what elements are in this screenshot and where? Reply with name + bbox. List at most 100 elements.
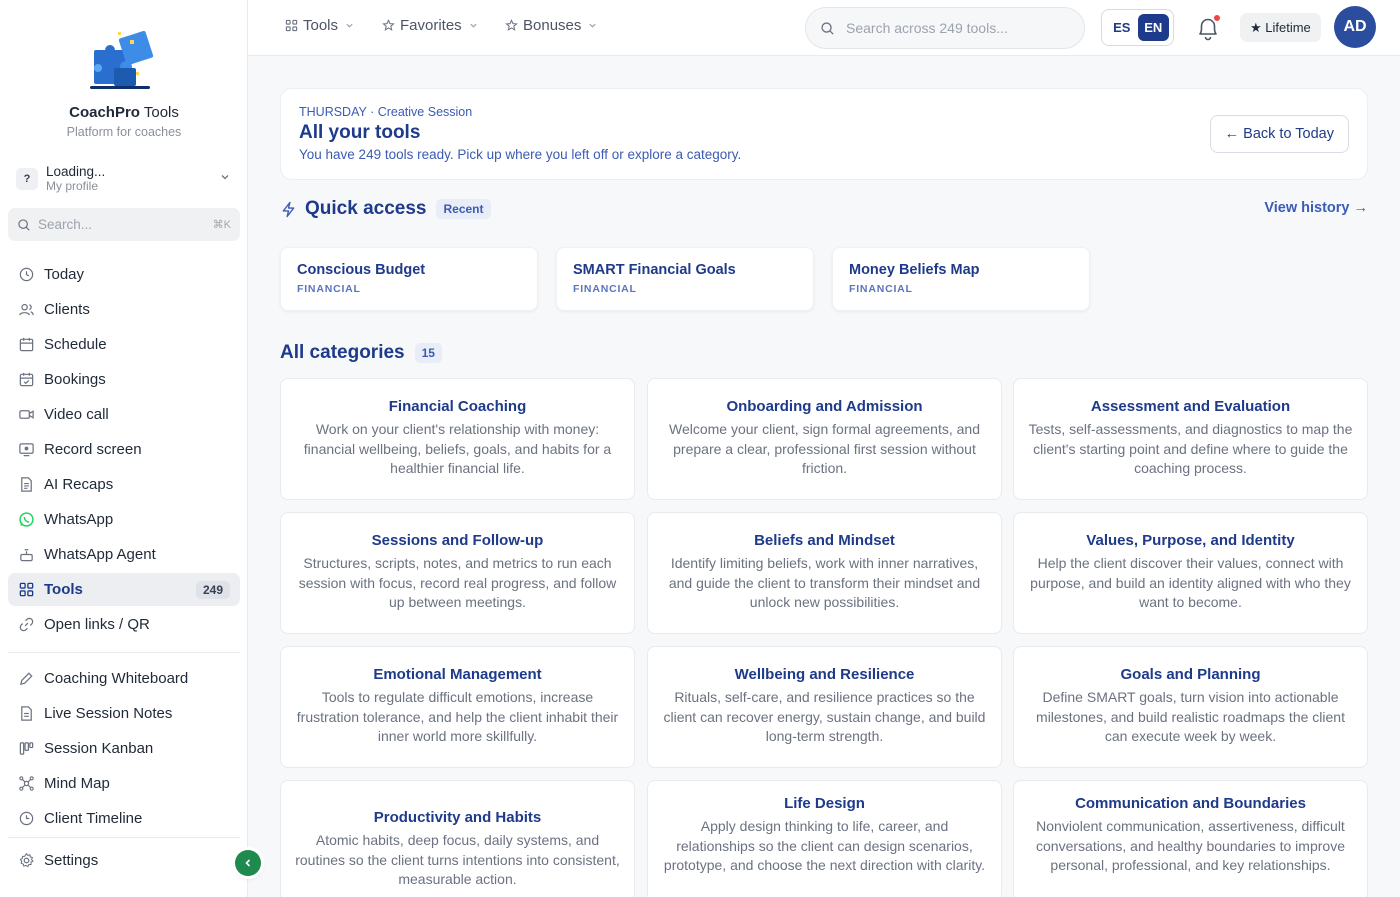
notification-dot [1212,13,1222,23]
category-card-productivity[interactable]: Productivity and Habits Atomic habits, d… [280,780,635,897]
nav-record-screen[interactable]: Record screen [8,433,240,466]
brand-name: CoachPro Tools [69,104,179,121]
nav-live-session-notes[interactable]: Live Session Notes [8,697,240,730]
nav-label: Client Timeline [44,810,143,827]
category-card-wellbeing[interactable]: Wellbeing and Resilience Rituals, self-c… [647,646,1002,768]
nav-coaching-whiteboard[interactable]: Coaching Whiteboard [8,662,240,695]
top-bar: Tools Favorites Bonuses ES EN ★ Lifetime… [248,0,1400,56]
quick-access-card[interactable]: SMART Financial Goals FINANCIAL [556,247,814,311]
nav-label: Bookings [44,371,106,388]
sidebar-search[interactable]: Search... ⌘K [8,208,240,241]
category-card-assessment[interactable]: Assessment and Evaluation Tests, self-as… [1013,378,1368,500]
back-to-today-button[interactable]: ← Back to Today [1209,115,1349,153]
nav-today[interactable]: Today [8,258,240,291]
video-icon [18,406,35,423]
notifications-button[interactable] [1192,12,1224,44]
quick-access-card[interactable]: Conscious Budget FINANCIAL [280,247,538,311]
user-avatar[interactable]: AD [1334,6,1376,48]
category-description: Nonviolent communication, assertiveness,… [1036,818,1345,873]
nav-label: Open links / QR [44,616,150,633]
category-card-life-design[interactable]: Life Design Apply design thinking to lif… [647,780,1002,897]
nav-label: Coaching Whiteboard [44,670,189,687]
global-search[interactable] [805,7,1085,49]
page-title: All your tools [299,122,421,143]
nav-client-timeline[interactable]: Client Timeline [8,802,240,835]
view-history-link[interactable]: View history → [1264,200,1368,216]
category-card-sessions[interactable]: Sessions and Follow-up Structures, scrip… [280,512,635,634]
category-title: Financial Coaching [388,398,527,415]
menu-favorites[interactable]: Favorites [382,17,478,34]
category-description: Define SMART goals, turn vision into act… [1036,689,1345,744]
page-subtitle: You have 249 tools ready. Pick up where … [299,147,742,162]
link-icon [18,616,35,633]
star-icon [382,19,395,31]
nav-label: Live Session Notes [44,705,173,722]
timeline-icon [18,810,35,827]
category-card-financial-coaching[interactable]: Financial Coaching Work on your client's… [280,378,635,500]
lang-es[interactable]: ES [1106,14,1138,41]
mind-map-icon [18,775,35,792]
plan-badge[interactable]: ★ Lifetime [1240,13,1321,42]
menu-label: Tools [303,17,339,34]
nav-bookings[interactable]: Bookings [8,363,240,396]
category-card-values[interactable]: Values, Purpose, and Identity Help the c… [1013,512,1368,634]
category-description: Structures, scripts, notes, and metrics … [298,555,617,610]
categories-title: All categories [280,342,405,363]
category-title: Onboarding and Admission [726,398,923,415]
nav-whatsapp[interactable]: WhatsApp [8,503,240,536]
quick-access-card[interactable]: Money Beliefs Map FINANCIAL [832,247,1090,311]
collapse-sidebar-button[interactable] [235,850,261,876]
menu-label: Bonuses [523,17,582,34]
kanban-icon [18,740,35,757]
category-title: Emotional Management [373,666,542,683]
nav-ai-recaps[interactable]: AI Recaps [8,468,240,501]
profile-switcher[interactable]: ? Loading... My profile [8,160,240,198]
category-card-communication[interactable]: Communication and Boundaries Nonviolent … [1013,780,1368,897]
category-title: Life Design [784,795,865,812]
nav-mind-map[interactable]: Mind Map [8,767,240,800]
category-card-emotional[interactable]: Emotional Management Tools to regulate d… [280,646,635,768]
sidebar: CoachPro Tools Platform for coaches ? Lo… [0,0,248,897]
nav-whatsapp-agent[interactable]: WhatsApp Agent [8,538,240,571]
category-card-goals[interactable]: Goals and Planning Define SMART goals, t… [1013,646,1368,768]
category-title: Goals and Planning [1120,666,1261,683]
nav-clients[interactable]: Clients [8,293,240,326]
clock-icon [18,266,35,283]
nav-label: WhatsApp [44,511,114,528]
nav-video-call[interactable]: Video call [8,398,240,431]
nav-tools[interactable]: Tools 249 [8,573,240,606]
categories-count-badge: 15 [414,343,442,363]
nav-open-links[interactable]: Open links / QR [8,608,240,641]
category-title: Values, Purpose, and Identity [1086,532,1295,549]
category-card-onboarding[interactable]: Onboarding and Admission Welcome your cl… [647,378,1002,500]
quick-access-card-title: SMART Financial Goals [573,262,736,278]
quick-access-card-tag: FINANCIAL [573,283,637,295]
global-search-input[interactable] [846,20,1066,36]
nav-schedule[interactable]: Schedule [8,328,240,361]
quick-access-card-title: Money Beliefs Map [849,262,980,278]
lang-en[interactable]: EN [1137,14,1169,41]
profile-subtitle: My profile [46,179,99,193]
nav-divider [8,837,240,838]
category-description: Welcome your client, sign formal agreeme… [669,421,980,476]
nav-label: Clients [44,301,90,318]
category-card-beliefs[interactable]: Beliefs and Mindset Identify limiting be… [647,512,1002,634]
nav-label: Mind Map [44,775,110,792]
notes-icon [18,705,35,722]
page-header-card: THURSDAY · Creative Session All your too… [280,88,1368,180]
settings-nav: Settings [8,844,240,879]
shortcut-hint: ⌘K [212,219,231,231]
menu-bonuses[interactable]: Bonuses [505,17,597,34]
quick-access-card-title: Conscious Budget [297,262,426,278]
nav-label: WhatsApp Agent [44,546,156,563]
chevron-left-icon [245,859,251,867]
tools-count-badge: 249 [195,580,230,599]
nav-settings[interactable]: Settings [8,844,240,877]
brand: CoachPro Tools Platform for coaches [0,28,248,139]
menu-tools[interactable]: Tools [285,17,354,34]
nav-session-kanban[interactable]: Session Kanban [8,732,240,765]
categories-header: All categories 15 [280,342,442,364]
calendar-icon [18,336,35,353]
users-icon [18,301,35,318]
search-icon [18,218,30,231]
